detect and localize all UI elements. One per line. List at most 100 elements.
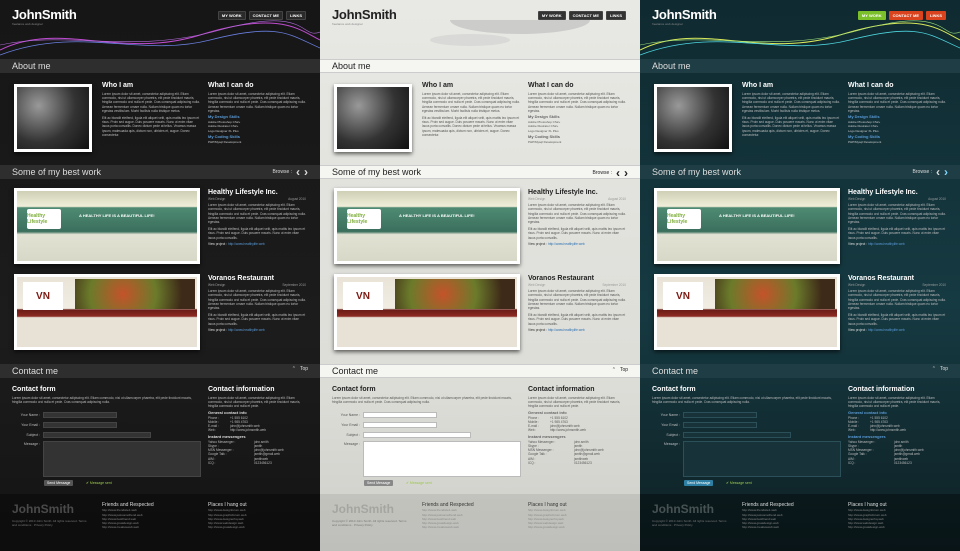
project-thumbnail-healthy[interactable]: Healthy Lifestyle A HEALTHY LIFE IS A BEA…	[654, 188, 840, 264]
project-info-healthy: Healthy Lifestyle Inc. Web Design August …	[848, 188, 946, 246]
project-paragraph-1: Lorem ipsum dolor sit amet, consectetur …	[208, 289, 306, 311]
send-message-button[interactable]: Send Message	[364, 480, 394, 486]
who-paragraph-1: Lorem ipsum dolor sit amet, consectetur …	[422, 92, 520, 113]
contact-information: Contact information Lorem ipsum dolor si…	[208, 386, 306, 465]
top-link[interactable]: ⌃ Top	[612, 367, 628, 373]
project-link[interactable]: http://www.healthylife.web	[868, 328, 905, 332]
place-link[interactable]: http://www.designforum.web	[528, 508, 567, 512]
friend-link[interactable]: http://www.creativeweb.web	[742, 525, 794, 529]
arrow-left-icon[interactable]: ‹	[936, 166, 940, 178]
project-thumbnail-voranos[interactable]: VN	[654, 274, 840, 350]
layout-variant-dark: JohnSmith freelance web designer MY WORK…	[0, 0, 320, 551]
project-info-voranos: Voranos Restaurant Web Design September 2…	[848, 274, 946, 332]
im-value: 0123456123	[574, 460, 592, 465]
project-link[interactable]: http://www.healthylife.web	[868, 242, 905, 246]
subject-row: Subject :	[12, 432, 151, 438]
nav-links[interactable]: LINKS	[926, 11, 946, 20]
name-input[interactable]	[363, 412, 437, 418]
send-message-button[interactable]: Send Message	[684, 480, 714, 486]
brand-logo[interactable]: JohnSmith	[332, 7, 397, 22]
subject-input[interactable]	[43, 432, 151, 438]
project-paragraph-2: Elit ac blandit eleifend, ligula elit al…	[528, 227, 626, 240]
place-link[interactable]: http://www.designforum.web	[848, 508, 887, 512]
project-category: Web Design	[208, 197, 226, 201]
name-input[interactable]	[43, 412, 117, 418]
contact-form-title: Contact form	[12, 386, 56, 393]
name-label: Your Name :	[660, 413, 680, 417]
header: JohnSmith freelance web designer MY WORK…	[0, 0, 320, 58]
place-link[interactable]: http://www.greatdesign.web	[208, 525, 247, 529]
message-textarea[interactable]	[683, 441, 841, 477]
project-link[interactable]: http://www.healthylife.web	[228, 242, 265, 246]
caret-up-icon: ⌃	[611, 367, 616, 373]
arrow-right-icon[interactable]: ›	[304, 166, 308, 178]
email-input[interactable]	[683, 422, 757, 428]
nav-links[interactable]: LINKS	[606, 11, 626, 20]
project-link[interactable]: http://www.healthylife.web	[228, 328, 265, 332]
contact-form-title: Contact form	[332, 386, 376, 393]
what-paragraph: Lorem ipsum dolor sit amet, consectetur …	[208, 92, 306, 113]
name-row: Your Name :	[652, 412, 757, 418]
project-link[interactable]: http://www.healthylife.web	[548, 242, 585, 246]
nav-my-work[interactable]: MY WORK	[217, 11, 246, 20]
message-textarea[interactable]	[43, 441, 201, 477]
message-sent-status: ✔ Message sent	[726, 481, 752, 485]
project-thumbnail-healthy[interactable]: Healthy Lifestyle A HEALTHY LIFE IS A BEA…	[334, 188, 520, 264]
place-link[interactable]: http://www.designforum.web	[208, 508, 247, 512]
friend-link[interactable]: http://www.creativeweb.web	[102, 525, 154, 529]
subject-input[interactable]	[683, 432, 791, 438]
message-label: Message :	[663, 442, 680, 446]
message-textarea[interactable]	[363, 441, 521, 477]
project-thumbnail-voranos[interactable]: VN	[14, 274, 200, 350]
email-row: Your Email :	[652, 422, 757, 428]
arrow-left-icon[interactable]: ‹	[296, 166, 300, 178]
nav-contact-me[interactable]: CONTACT ME	[888, 11, 923, 20]
friend-link[interactable]: http://www.creativeweb.web	[422, 525, 474, 529]
subject-input[interactable]	[363, 432, 471, 438]
place-link[interactable]: http://www.greatdesign.web	[528, 525, 567, 529]
project-tagline: A HEALTHY LIFE IS A BEAUTIFUL LIFE!	[79, 213, 155, 218]
arrow-right-icon[interactable]: ›	[944, 166, 948, 178]
info-value[interactable]: http://www.johnsmith.web	[550, 428, 586, 432]
project-thumbnail-healthy[interactable]: Healthy Lifestyle A HEALTHY LIFE IS A BEA…	[14, 188, 200, 264]
project-info-voranos: Voranos Restaurant Web Design September 2…	[528, 274, 626, 332]
info-value[interactable]: http://www.johnsmith.web	[230, 428, 266, 432]
contact-form-text: Lorem ipsum dolor sit amet, consectetur …	[12, 396, 192, 405]
nav-my-work[interactable]: MY WORK	[537, 11, 566, 20]
friends-title: Friends and Respected	[102, 502, 154, 508]
footer-copyright: Copyright © 2010 John Smith. All rights …	[652, 519, 727, 527]
name-label: Your Name :	[340, 413, 360, 417]
name-input[interactable]	[683, 412, 757, 418]
footer-brand: JohnSmith	[652, 502, 714, 516]
message-label: Message :	[343, 442, 360, 446]
browse-controls: Browse : ‹ ›	[273, 166, 308, 178]
design-skills-title: My Design Skills	[848, 114, 880, 120]
project-category: Web Design	[848, 283, 866, 287]
project-paragraph-1: Lorem ipsum dolor sit amet, consectetur …	[848, 289, 946, 311]
footer-brand: JohnSmith	[332, 502, 394, 516]
info-value[interactable]: http://www.johnsmith.web	[870, 428, 906, 432]
project-title: Voranos Restaurant	[848, 275, 914, 282]
nav-my-work[interactable]: MY WORK	[857, 11, 886, 20]
email-input[interactable]	[363, 422, 437, 428]
email-input[interactable]	[43, 422, 117, 428]
place-link[interactable]: http://www.greatdesign.web	[848, 525, 887, 529]
brand-logo[interactable]: JohnSmith	[652, 7, 717, 22]
im-value: 0123456123	[894, 460, 912, 465]
food-photo	[715, 279, 835, 309]
send-message-button[interactable]: Send Message	[44, 480, 74, 486]
view-project-label: View project :	[848, 241, 868, 246]
arrow-right-icon[interactable]: ›	[624, 167, 628, 179]
brand-logo[interactable]: JohnSmith	[12, 7, 77, 22]
contact-form-intro: Contact form Lorem ipsum dolor sit amet,…	[652, 386, 842, 404]
top-link[interactable]: ⌃ Top	[932, 366, 948, 372]
project-link[interactable]: http://www.healthylife.web	[548, 328, 585, 332]
name-row: Your Name :	[332, 412, 437, 418]
nav-contact-me[interactable]: CONTACT ME	[568, 11, 603, 20]
project-thumbnail-voranos[interactable]: VN	[334, 274, 520, 350]
project-info-healthy: Healthy Lifestyle Inc. Web Design August …	[528, 188, 626, 246]
nav-contact-me[interactable]: CONTACT ME	[248, 11, 283, 20]
nav-links[interactable]: LINKS	[286, 11, 306, 20]
top-link[interactable]: ⌃ Top	[292, 366, 308, 372]
arrow-left-icon[interactable]: ‹	[616, 167, 620, 179]
